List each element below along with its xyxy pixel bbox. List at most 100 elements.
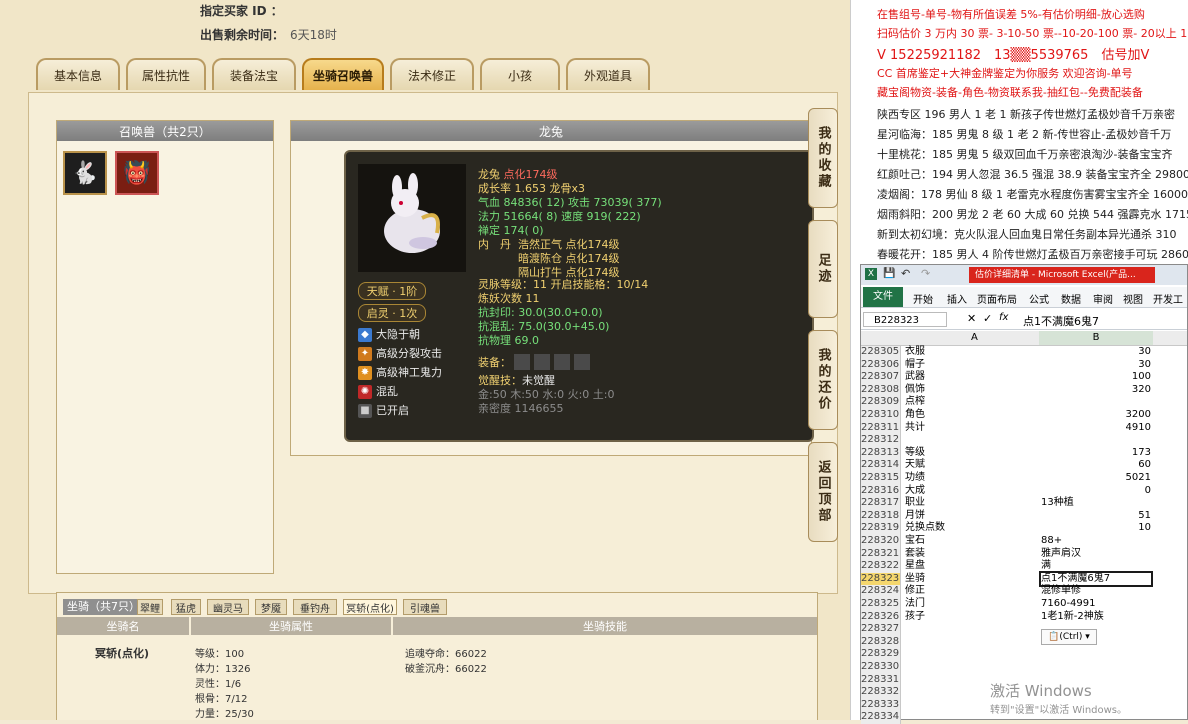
my-offer-button[interactable]: 我的还价 bbox=[808, 330, 838, 430]
cell-b[interactable]: 10 bbox=[1041, 522, 1151, 535]
cell-a[interactable]: 月饼 bbox=[905, 510, 925, 523]
row-number[interactable]: 228310 bbox=[861, 409, 901, 422]
sheet-row[interactable]: 228329 bbox=[861, 648, 1188, 661]
sheet-row[interactable]: 228312 bbox=[861, 434, 1188, 447]
row-number[interactable]: 228305 bbox=[861, 346, 901, 359]
cell-b[interactable]: 100 bbox=[1041, 371, 1151, 384]
cell-a[interactable]: 帽子 bbox=[905, 359, 925, 372]
mount-tab-6[interactable]: 冥轿(点化) bbox=[343, 599, 397, 615]
cell-a[interactable]: 孩子 bbox=[905, 611, 925, 624]
row-number[interactable]: 228319 bbox=[861, 522, 901, 535]
sheet-row[interactable]: 228326 孩子 1老1新-2神族 bbox=[861, 610, 1188, 624]
row-number[interactable]: 228323 bbox=[861, 572, 901, 586]
name-box[interactable]: B228323 bbox=[863, 312, 947, 327]
row-number[interactable]: 228318 bbox=[861, 509, 901, 523]
cell-b[interactable]: 320 bbox=[1041, 384, 1151, 397]
ribbon-formula[interactable]: 公式 bbox=[1029, 291, 1049, 306]
footprint-button[interactable]: 足迹 bbox=[808, 220, 838, 318]
row-number[interactable]: 228332 bbox=[861, 686, 901, 699]
sheet-row[interactable]: 228308 佩饰 320 bbox=[861, 383, 1188, 397]
formula-input[interactable]: 点1不满魔6鬼7 bbox=[1023, 313, 1099, 329]
row-number[interactable]: 228322 bbox=[861, 560, 901, 573]
pet-thumb-rabbit[interactable]: 🐇 bbox=[63, 151, 107, 195]
sheet-row[interactable]: 228309 点榨 bbox=[861, 396, 1188, 409]
sheet-row[interactable]: 228316 大成 0 bbox=[861, 484, 1188, 498]
row-number[interactable]: 228308 bbox=[861, 383, 901, 397]
mount-tab-2[interactable]: 猛虎 bbox=[171, 599, 201, 615]
row-number[interactable]: 228307 bbox=[861, 371, 901, 384]
cell-a[interactable]: 功绩 bbox=[905, 472, 925, 485]
sheet-row[interactable]: 228323 坐骑 点1不满魔6鬼7 bbox=[861, 570, 1188, 588]
tab-attr[interactable]: 属性抗性 bbox=[126, 58, 206, 90]
tab-basic[interactable]: 基本信息 bbox=[36, 58, 120, 90]
ribbon-insert[interactable]: 插入 bbox=[947, 291, 967, 306]
cell-b[interactable]: 7160-4991 bbox=[1041, 598, 1151, 611]
row-number[interactable]: 228306 bbox=[861, 358, 901, 372]
cell-a[interactable]: 大成 bbox=[905, 485, 925, 498]
sheet-row[interactable]: 228313 等级 173 bbox=[861, 446, 1188, 460]
cell-b[interactable]: 60 bbox=[1041, 459, 1151, 472]
cell-b[interactable]: 30 bbox=[1041, 359, 1151, 372]
sheet-row[interactable]: 228310 角色 3200 bbox=[861, 409, 1188, 422]
cell-a[interactable]: 武器 bbox=[905, 371, 925, 384]
ribbon-data[interactable]: 数据 bbox=[1061, 291, 1081, 306]
mount-tab-3[interactable]: 幽灵马 bbox=[207, 599, 249, 615]
cell-a[interactable]: 点榨 bbox=[905, 396, 925, 409]
pet-thumb-demon[interactable]: 👹 bbox=[115, 151, 159, 195]
sheet-row[interactable]: 228311 共计 4910 bbox=[861, 421, 1188, 435]
sheet-row[interactable]: 228317 职业 13种植 bbox=[861, 497, 1188, 510]
row-number[interactable]: 228312 bbox=[861, 434, 901, 447]
mount-tab-5[interactable]: 垂钓舟 bbox=[293, 599, 337, 615]
tab-appearance[interactable]: 外观道具 bbox=[566, 58, 650, 90]
row-number[interactable]: 228325 bbox=[861, 598, 901, 611]
ribbon-file[interactable]: 文件 bbox=[863, 287, 903, 307]
cell-a[interactable]: 天赋 bbox=[905, 459, 925, 472]
sheet-row[interactable]: 228314 天赋 60 bbox=[861, 459, 1188, 472]
cell-b[interactable]: 3200 bbox=[1041, 409, 1151, 422]
sheet-row[interactable]: 228320 宝石 88+ bbox=[861, 535, 1188, 548]
cell-a[interactable]: 宝石 bbox=[905, 535, 925, 548]
cell-b[interactable]: 5021 bbox=[1041, 472, 1151, 485]
cell-a[interactable]: 兑换点数 bbox=[905, 522, 945, 535]
cell-b[interactable]: 13种植 bbox=[1041, 497, 1151, 510]
cell-a[interactable]: 坐骑 bbox=[905, 573, 925, 586]
back-to-top-button[interactable]: 返回顶部 bbox=[808, 442, 838, 542]
row-number[interactable]: 228320 bbox=[861, 535, 901, 548]
mount-tab-4[interactable]: 梦魇 bbox=[255, 599, 287, 615]
sheet-row[interactable]: 228305 衣服 30 bbox=[861, 346, 1188, 359]
enter-icon[interactable]: ✓ bbox=[983, 312, 992, 325]
ribbon-dev[interactable]: 开发工 bbox=[1153, 291, 1183, 306]
cell-a[interactable]: 佩饰 bbox=[905, 384, 925, 397]
sheet-row[interactable]: 228322 星盘 满 bbox=[861, 560, 1188, 573]
tab-spell[interactable]: 法术修正 bbox=[390, 58, 474, 90]
ribbon-layout[interactable]: 页面布局 bbox=[977, 291, 1017, 306]
cell-a[interactable]: 等级 bbox=[905, 447, 925, 460]
row-number[interactable]: 228331 bbox=[861, 673, 901, 687]
mount-tab-7[interactable]: 引魂兽 bbox=[403, 599, 447, 615]
sheet-grid[interactable]: 228305 衣服 30 228306 帽子 30 228307 武器 100 228308 佩饰 3… bbox=[861, 346, 1188, 724]
mount-tab-1[interactable]: 翠鲤 bbox=[137, 599, 163, 615]
row-number[interactable]: 228333 bbox=[861, 698, 901, 712]
sheet-row[interactable]: 228315 功绩 5021 bbox=[861, 472, 1188, 485]
row-number[interactable]: 228316 bbox=[861, 484, 901, 498]
undo-icon[interactable]: ↶ bbox=[901, 267, 910, 280]
sheet-row[interactable]: 228321 套装 雅声肩汉 bbox=[861, 547, 1188, 561]
paste-options[interactable]: 📋(Ctrl) ▾ bbox=[1041, 629, 1097, 645]
row-number[interactable]: 228313 bbox=[861, 446, 901, 460]
ribbon-review[interactable]: 审阅 bbox=[1093, 291, 1113, 306]
tab-equip[interactable]: 装备法宝 bbox=[212, 58, 296, 90]
row-number[interactable]: 228315 bbox=[861, 472, 901, 485]
cell-b[interactable]: 173 bbox=[1041, 447, 1151, 460]
cell-a[interactable]: 修正 bbox=[905, 585, 925, 598]
row-number[interactable]: 228309 bbox=[861, 396, 901, 409]
favorite-button[interactable]: 我的收藏 bbox=[808, 108, 838, 208]
equip-slot-3[interactable] bbox=[554, 354, 570, 370]
row-number[interactable]: 228326 bbox=[861, 610, 901, 624]
cancel-icon[interactable]: ✕ bbox=[967, 312, 976, 325]
row-number[interactable]: 228329 bbox=[861, 648, 901, 661]
row-number[interactable]: 228330 bbox=[861, 661, 901, 674]
cell-b[interactable]: 51 bbox=[1041, 510, 1151, 523]
cell-b[interactable]: 混修单修 bbox=[1041, 585, 1151, 598]
cell-b[interactable]: 4910 bbox=[1041, 422, 1151, 435]
sheet-row[interactable]: 228330 bbox=[861, 661, 1188, 674]
